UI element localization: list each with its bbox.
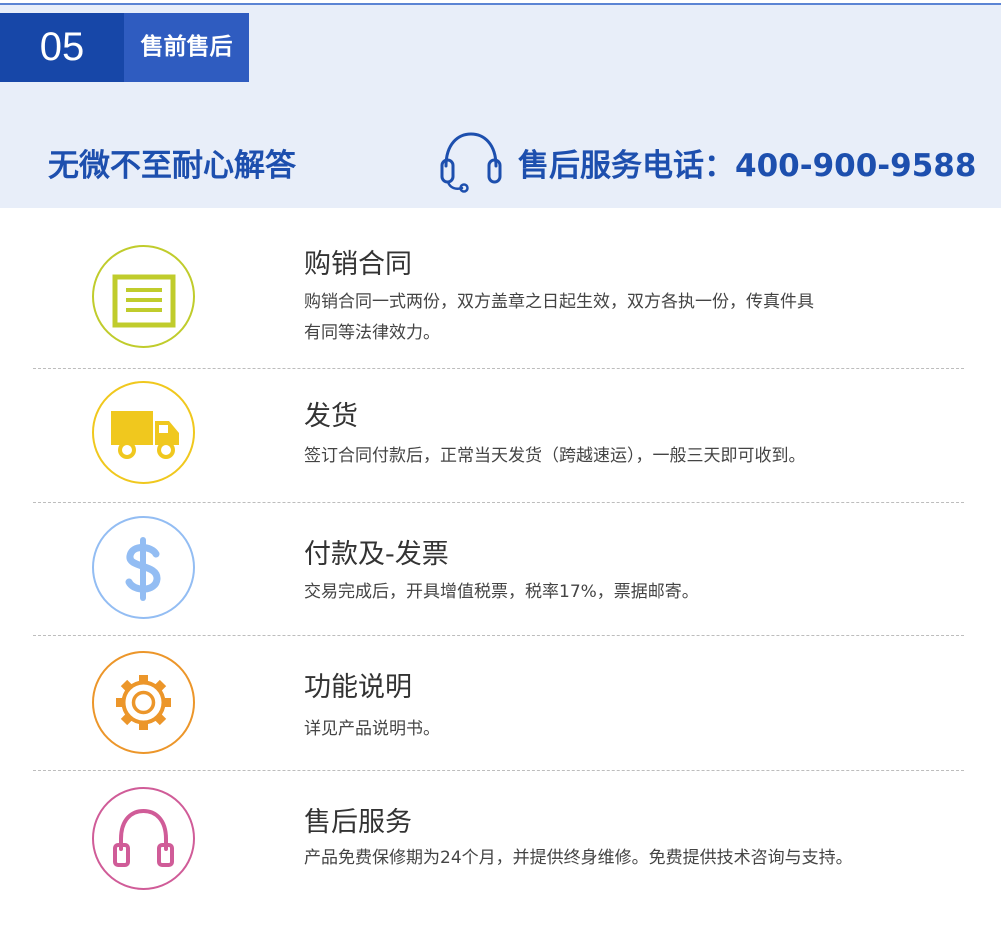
item-desc-contract: 购销合同一式两份，双方盖章之日起生效，双方各执一份，传真件具 有同等法律效力。	[304, 287, 904, 349]
item-desc-line: 购销合同一式两份，双方盖章之日起生效，双方各执一份，传真件具	[304, 292, 814, 312]
item-title-contract: 购销合同	[304, 249, 412, 280]
item-desc-line: 产品免费保修期为24个月，并提供终身维修。免费提供技术咨询与支持。	[304, 848, 853, 868]
item-desc-function: 详见产品说明书。	[304, 714, 904, 745]
item-title-payment: 付款及-发票	[304, 539, 449, 570]
item-desc-line: 签订合同付款后，正常当天发货（跨越速运），一般三天即可收到。	[304, 446, 806, 466]
item-title-aftersales: 售后服务	[304, 807, 412, 838]
shipping-circle	[92, 381, 195, 484]
divider	[33, 502, 964, 503]
truck-icon	[111, 411, 179, 459]
banner-slogan: 无微不至耐心解答	[48, 148, 296, 184]
aftersales-circle	[92, 787, 195, 890]
contract-circle	[92, 245, 195, 348]
divider	[33, 635, 964, 636]
item-desc-line: 详见产品说明书。	[304, 719, 440, 739]
headphones-icon	[113, 808, 174, 867]
section-title-badge: 售前售后	[124, 13, 249, 82]
item-desc-line: 有同等法律效力。	[304, 323, 440, 343]
item-desc-payment: 交易完成后，开具增值税票，税率17%，票据邮寄。	[304, 577, 904, 608]
document-icon	[112, 274, 176, 328]
item-desc-aftersales: 产品免费保修期为24个月，并提供终身维修。免费提供技术咨询与支持。	[304, 843, 904, 874]
customer-service-headset-icon	[440, 132, 502, 193]
dollar-icon	[125, 537, 161, 601]
divider	[33, 770, 964, 771]
item-desc-line: 交易完成后，开具增值税票，税率17%，票据邮寄。	[304, 582, 699, 602]
item-title-shipping: 发货	[304, 401, 358, 432]
divider	[33, 368, 964, 369]
service-hotline: 售后服务电话：400-900-9588	[518, 148, 977, 184]
item-title-function: 功能说明	[304, 672, 412, 703]
item-desc-shipping: 签订合同付款后，正常当天发货（跨越速运），一般三天即可收到。	[304, 441, 904, 472]
function-circle	[92, 651, 195, 754]
payment-circle	[92, 516, 195, 619]
section-number-badge: 05	[0, 13, 124, 82]
gear-icon	[116, 675, 171, 730]
